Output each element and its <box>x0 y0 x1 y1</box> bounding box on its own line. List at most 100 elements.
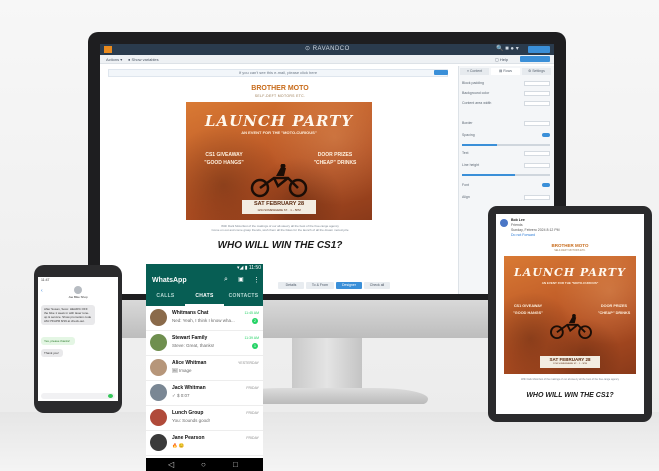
panel-row-label: Line height <box>462 163 480 167</box>
chat-row[interactable]: Whitmans Chat Ned: Yeah, I think I know … <box>146 306 263 331</box>
padding-input[interactable] <box>524 81 550 86</box>
chat-preview: Steve: Great, thanks! <box>172 343 215 348</box>
notice-chip[interactable] <box>434 70 448 75</box>
chat-row[interactable]: Jane Pearson 🔥 😊 FRIDAY <box>146 431 263 456</box>
search-icon[interactable]: ⌕ <box>224 276 228 284</box>
email-link[interactable]: Do not Forward <box>511 233 560 238</box>
monitor-stand-neck <box>292 338 362 390</box>
actions-menu[interactable]: Actions ▾ <box>106 57 122 62</box>
chat-preview: Ned: Yeah, I think I know wha... <box>172 318 235 323</box>
panel-row-border[interactable]: Border <box>462 120 550 127</box>
panel-row-padding[interactable]: Block padding <box>462 80 550 87</box>
unread-badge: 1 <box>252 343 258 349</box>
monitor-screen: ⊙ RAVANDCO 🔍 ■ ● ▾ Actions ▾ ● Show vari… <box>100 44 554 294</box>
wa-status-icons: ▾◢ ▮ 11:50 <box>236 265 261 271</box>
tablet-poster[interactable]: LAUNCH PARTY AN EVENT FOR THE "MOTO-CURI… <box>504 256 636 374</box>
sms-bubble-reply: Thank you! <box>41 349 63 357</box>
chat-name: Alice Whitman <box>172 360 207 366</box>
chat-row[interactable]: Jack Whitman ✓ $ 0:07 FRIDAY <box>146 381 263 406</box>
text-input[interactable] <box>524 151 550 156</box>
chat-avatar <box>150 334 167 351</box>
chat-row[interactable]: Stewart Family Steve: Great, thanks! 11:… <box>146 331 263 356</box>
tablet-brand-subtitle: SELF-DEFT MOTORS ETC. <box>554 249 586 252</box>
panel-row-label: Spacing <box>462 133 475 137</box>
spacing-slider[interactable] <box>462 144 550 146</box>
panel-row-text[interactable]: Text <box>462 150 550 157</box>
email-brand-title: BROTHER MOTO <box>251 85 309 92</box>
home-icon[interactable]: ○ <box>201 459 206 470</box>
back-icon[interactable]: ◁ <box>168 459 174 470</box>
panel-row-spacing[interactable]: Spacing <box>462 132 550 139</box>
view-online-notice[interactable]: If you can't see this e-mail, please cli… <box>108 69 448 77</box>
chat-icon[interactable]: ▣ <box>238 276 244 283</box>
tab-calls[interactable]: CALLS <box>146 293 185 299</box>
recents-icon[interactable]: □ <box>233 459 238 470</box>
panel-tab-content[interactable]: ≡ Content <box>460 68 489 75</box>
tablet-poster-title: LAUNCH PARTY <box>514 266 626 279</box>
chat-time: FRIDAY <box>246 436 259 440</box>
sms-send-icon[interactable] <box>108 394 113 398</box>
sender-avatar <box>500 219 508 227</box>
lineheight-input[interactable] <box>524 163 550 168</box>
tab-chats[interactable]: CHATS <box>185 293 224 299</box>
panel-row-font[interactable]: Font <box>462 182 550 189</box>
whatsapp-phone: ▾◢ ▮ 11:50 WhatsApp ⌕ ▣ ⋮ CALLS CHATS CO… <box>146 264 263 471</box>
sms-bubble-link[interactable]: Yes, please thanks! <box>41 337 75 345</box>
launch-party-poster[interactable]: LAUNCH PARTY AN EVENT FOR THE "MOTO-CURI… <box>186 102 372 220</box>
panel-tab-settings[interactable]: ⚙ Settings <box>522 68 551 75</box>
save-button[interactable] <box>520 56 550 62</box>
panel-row-bgcolor[interactable]: Background color <box>462 90 550 97</box>
chat-time: FRIDAY <box>246 386 259 390</box>
panel-row-label: Content area width <box>462 101 492 105</box>
poster-date-main: SAT FEBRUARY 28 <box>253 201 305 207</box>
chat-row[interactable]: Alice Whitman 🖼 Image YESTERDAY <box>146 356 263 381</box>
border-input[interactable] <box>524 121 550 126</box>
panel-row-align[interactable]: Align <box>462 194 550 201</box>
chat-avatar <box>150 409 167 426</box>
pill-to-from[interactable]: To & From <box>306 282 334 289</box>
pill-check-all[interactable]: Check all <box>364 282 390 289</box>
header-action-button[interactable] <box>528 46 550 53</box>
wa-status-bar: ▾◢ ▮ 11:50 <box>146 264 263 272</box>
app-logo-icon[interactable] <box>104 46 112 53</box>
width-input[interactable] <box>524 101 550 106</box>
panel-tab-rows[interactable]: ▤ Rows <box>491 68 520 75</box>
email-header: Bob Lee Friends Sunday, Febrero 2024 8:1… <box>511 218 560 238</box>
header-icons[interactable]: 🔍 ■ ● ▾ <box>496 45 519 52</box>
pill-details[interactable]: Details <box>278 282 304 289</box>
chat-preview: ✓ $ 0:07 <box>172 393 190 398</box>
more-icon[interactable]: ⋮ <box>253 276 260 284</box>
font-toggle[interactable] <box>542 183 550 187</box>
sms-back-icon[interactable]: ‹ <box>41 288 43 294</box>
bgcolor-input[interactable] <box>524 91 550 96</box>
sms-screen: 11:47 ‹ Joe Bike Shop After Susan, Soco:… <box>38 277 118 401</box>
panel-row-lineheight[interactable]: Line height <box>462 162 550 169</box>
panel-row-label: Font <box>462 183 470 187</box>
tablet-screen: Bob Lee Friends Sunday, Febrero 2024 8:1… <box>496 214 644 414</box>
sms-time: 11:47 <box>41 278 50 282</box>
panel-row-label: Border <box>462 121 473 125</box>
chat-name: Whitmans Chat <box>172 310 209 316</box>
align-input[interactable] <box>524 195 550 200</box>
sms-contact-avatar <box>74 286 82 294</box>
help-link[interactable]: ▢ Help <box>495 57 508 62</box>
lineheight-slider[interactable] <box>462 174 550 176</box>
sms-input-bar[interactable] <box>41 393 115 399</box>
tablet-poster-right-b: "CHEAP" DRINKS <box>597 311 631 315</box>
panel-row-width[interactable]: Content area width <box>462 100 550 107</box>
email-headline: WHO WILL WIN THE CS1? <box>217 240 343 251</box>
spacing-toggle[interactable] <box>542 133 550 137</box>
chat-name: Stewart Family <box>172 335 208 341</box>
panel-row-label: Background color <box>462 91 490 95</box>
sms-contact-name: Joe Bike Shop <box>68 295 88 299</box>
sms-bubble-incoming: After Susan, Soco: HEAD% OFF the bike 1 … <box>41 305 95 325</box>
tab-contacts[interactable]: CONTACTS <box>224 293 263 299</box>
chat-time: 11:39 AM <box>244 336 259 340</box>
show-variables-toggle[interactable]: ● Show variables <box>128 57 159 62</box>
chat-avatar <box>150 359 167 376</box>
poster-title: LAUNCH PARTY <box>204 112 354 130</box>
chat-row[interactable]: Lunch Group You: Sounds good! FRIDAY <box>146 406 263 431</box>
pill-designer[interactable]: Designer <box>336 282 362 289</box>
chat-list: Whitmans Chat Ned: Yeah, I think I know … <box>146 306 263 458</box>
chat-time: FRIDAY <box>246 411 259 415</box>
